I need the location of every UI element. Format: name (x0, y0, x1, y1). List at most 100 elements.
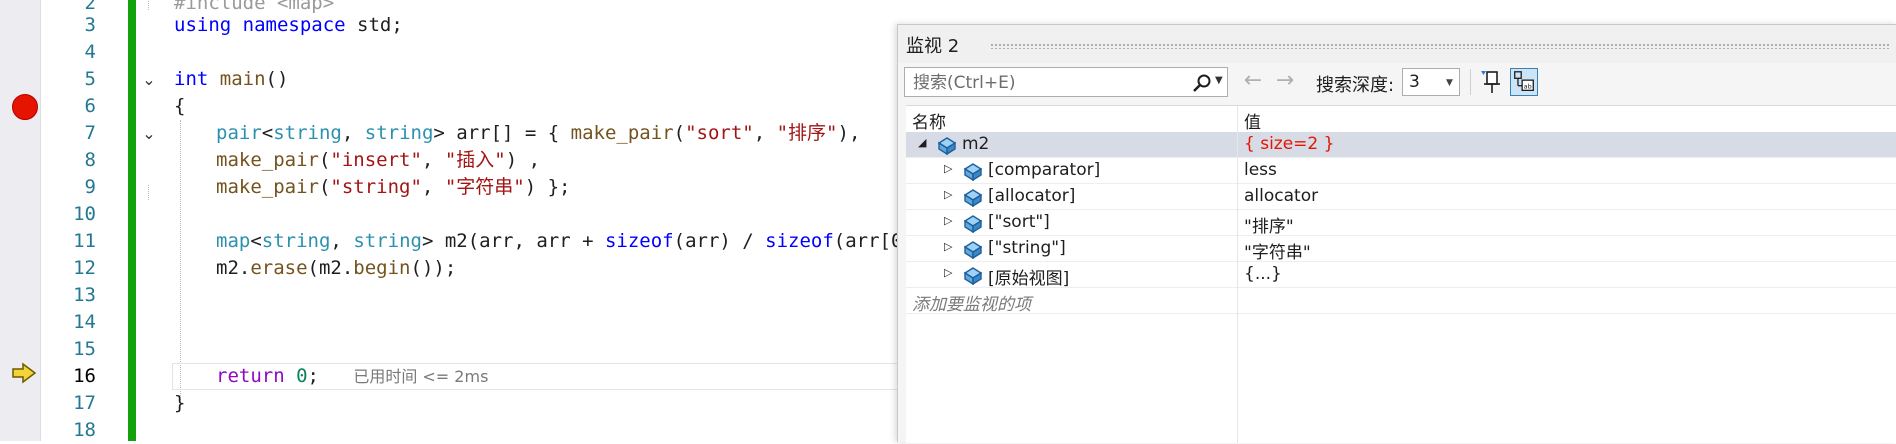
watch-grid[interactable]: 名称 值 ◢ m2 { size=2 } ▷ [comparator] less… (906, 105, 1896, 443)
object-icon (963, 189, 983, 207)
line-number: 8 (84, 149, 96, 171)
function-name: make_pair (570, 122, 674, 144)
line-number: 5 (84, 68, 96, 90)
watch-row[interactable]: ▷ ["string"] "字符串" (906, 236, 1896, 263)
forward-arrow-icon[interactable]: → (1272, 69, 1298, 95)
fold-chevron-icon[interactable]: ⌄ (140, 71, 158, 89)
title-grip[interactable] (990, 43, 1890, 49)
code-line-17: } (174, 392, 186, 414)
search-icon[interactable] (1191, 73, 1213, 93)
code-text: , (330, 230, 354, 252)
watch-row-value[interactable]: "字符串" (1244, 238, 1311, 263)
keyword: namespace (242, 14, 346, 36)
line-number: 18 (73, 419, 96, 441)
column-header-value[interactable]: 值 (1244, 108, 1261, 133)
back-arrow-icon[interactable]: ← (1240, 69, 1266, 95)
watch-row-value[interactable]: "排序" (1244, 212, 1294, 237)
line-number: 15 (73, 338, 96, 360)
line-number: 10 (73, 203, 96, 225)
add-watch-placeholder[interactable]: 添加要监视的项 (912, 290, 1031, 315)
code-line-6: { (174, 95, 186, 117)
code-text: < (261, 122, 274, 144)
hex-display-icon[interactable]: ab (1510, 68, 1538, 96)
collapse-triangle-icon[interactable]: ◢ (918, 136, 926, 149)
chevron-down-icon: ▼ (1446, 78, 1453, 88)
code-text: < (250, 230, 262, 252)
string-literal: "insert" (330, 149, 422, 171)
type-name: map (216, 230, 251, 252)
search-box[interactable]: ▼ (904, 67, 1228, 97)
expand-triangle-icon[interactable]: ▷ (944, 162, 952, 175)
search-options-dropdown-icon[interactable]: ▼ (1215, 75, 1223, 86)
watch-row-name[interactable]: ["string"] (988, 238, 1066, 258)
function-name: make_pair (216, 176, 319, 198)
type-name: pair (216, 122, 262, 144)
watch-row-name[interactable]: [原始视图] (988, 264, 1069, 289)
watch-row-name[interactable]: m2 (962, 134, 989, 154)
line-number: 11 (73, 230, 96, 252)
watch-title-bar[interactable]: 监视 2 (898, 25, 1896, 63)
keyword: using (174, 14, 232, 36)
fold-guide (148, 185, 149, 200)
column-header-name[interactable]: 名称 (912, 108, 946, 133)
line-number: 13 (73, 284, 96, 306)
watch-row[interactable]: ▷ [allocator] allocator (906, 184, 1896, 210)
code-text: , (421, 149, 445, 171)
type-name: string (261, 230, 331, 252)
code-line-7: pair<string, string> arr[] = { make_pair… (216, 120, 860, 147)
keyword: sizeof (604, 230, 674, 252)
watch-row-name[interactable]: ["sort"] (988, 212, 1050, 232)
code-text: > m2(arr, arr + (421, 230, 605, 252)
search-depth-select[interactable]: 3 ▼ (1402, 68, 1460, 96)
code-line-16: return 0; 已用时间 <= 2ms (216, 363, 488, 390)
code-text: , (341, 122, 365, 144)
code-text: > arr[] = { (433, 122, 571, 144)
line-number: 3 (84, 14, 96, 36)
watch-row[interactable]: ◢ m2 { size=2 } (906, 132, 1896, 158)
pin-icon[interactable] (1478, 68, 1506, 96)
code-line-11: map<string, string> m2(arr, arr + sizeof… (216, 228, 937, 255)
watch-row-value[interactable]: { size=2 } (1244, 134, 1334, 154)
expand-triangle-icon[interactable]: ▷ (944, 240, 952, 253)
function-name: make_pair (216, 149, 319, 171)
watch-row[interactable]: ▷ [comparator] less (906, 158, 1896, 184)
watch-row-name[interactable]: [allocator] (988, 186, 1075, 206)
watch-row-name[interactable]: [comparator] (988, 160, 1100, 180)
type-name: string (364, 122, 434, 144)
breakpoint-icon[interactable] (12, 94, 38, 120)
keyword: sizeof (765, 230, 834, 252)
object-icon (963, 267, 983, 285)
add-watch-row[interactable]: 添加要监视的项 (906, 288, 1896, 315)
object-icon (963, 241, 983, 259)
code-text: std; (345, 14, 403, 36)
fold-chevron-icon[interactable]: ⌄ (140, 125, 158, 143)
type-name: string (353, 230, 422, 252)
expand-triangle-icon[interactable]: ▷ (944, 266, 952, 279)
watch-row-value[interactable]: less (1244, 160, 1277, 180)
code-text: (m2. (307, 257, 354, 279)
string-literal: "字符串" (444, 176, 525, 198)
indent-guide (180, 120, 181, 400)
object-icon (963, 215, 983, 233)
code-text: ; (307, 365, 319, 387)
code-text: ) , (505, 149, 541, 171)
code-text: , (421, 176, 445, 198)
object-icon (963, 163, 983, 181)
expand-triangle-icon[interactable]: ▷ (944, 188, 952, 201)
current-statement-arrow-icon (12, 362, 37, 384)
watch-row-value[interactable]: allocator (1244, 186, 1318, 206)
watch-window[interactable]: 监视 2 ▼ ← → 搜索深度: 3 ▼ (897, 24, 1896, 443)
search-input[interactable] (911, 72, 1175, 94)
expand-triangle-icon[interactable]: ▷ (944, 214, 952, 227)
watch-row[interactable]: ▷ ["sort"] "排序" (906, 210, 1896, 237)
search-depth-label: 搜索深度: (1316, 75, 1395, 96)
line-number: 12 (73, 257, 96, 279)
code-text: m2. (216, 257, 251, 279)
string-literal: "string" (330, 176, 422, 198)
watch-row[interactable]: ▷ [原始视图] {...} (906, 262, 1896, 289)
column-separator[interactable] (1237, 106, 1238, 443)
code-text: () (265, 68, 289, 90)
code-text: ) }; (524, 176, 571, 198)
watch-row-value[interactable]: {...} (1244, 264, 1282, 284)
string-literal: "排序" (776, 122, 838, 144)
